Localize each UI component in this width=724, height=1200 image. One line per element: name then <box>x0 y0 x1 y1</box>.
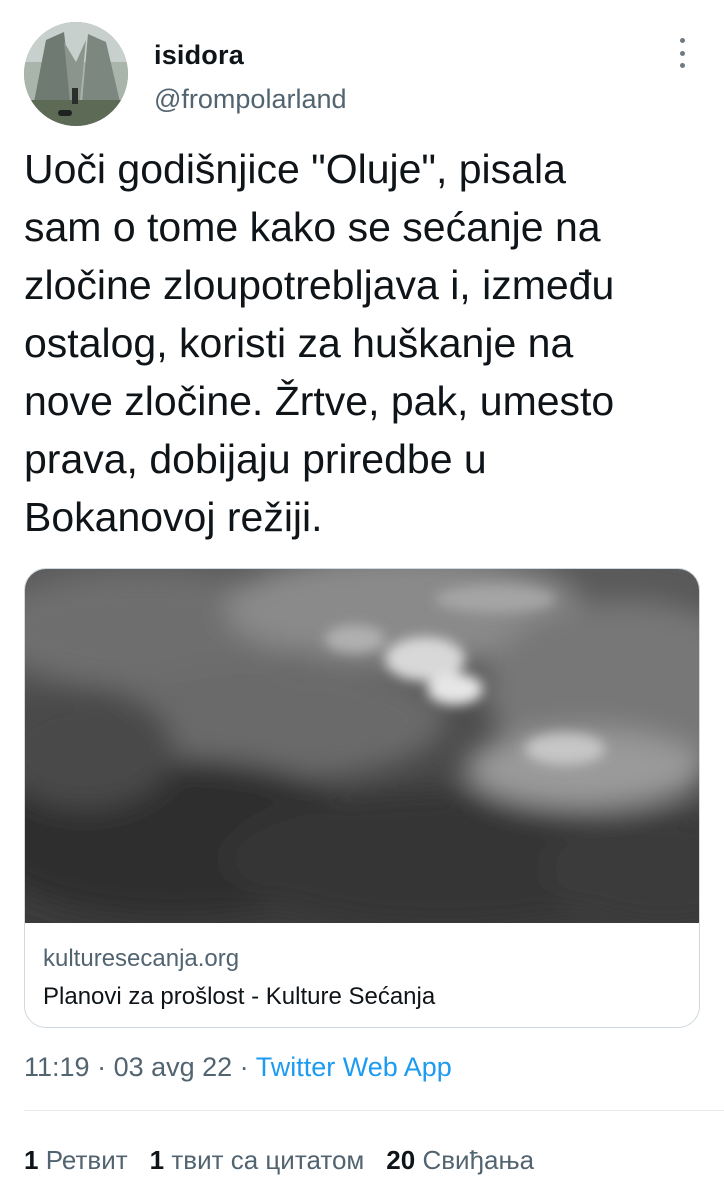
card-title: Planovi za prošlost - Kulture Sećanja <box>43 983 436 1010</box>
tweet-meta: 11:19 · 03 avg 22 · Twitter Web App <box>24 1052 452 1083</box>
meta-separator: · <box>232 1052 256 1082</box>
quotes-count: 1 <box>149 1145 165 1175</box>
divider <box>24 1110 724 1111</box>
retweets-count: 1 <box>24 1145 39 1175</box>
quotes-label: твит са цитатом <box>171 1145 365 1175</box>
tweet-date[interactable]: 03 avg 22 <box>114 1052 233 1082</box>
dot <box>679 63 685 68</box>
more-dots-icon[interactable] <box>668 38 696 68</box>
engagement-stats: 1 Ретвит 1 твит са цитатом 20 Свиђања <box>24 1145 534 1176</box>
card-domain: kulturesecanja.org <box>43 945 240 972</box>
quotes-stat[interactable]: 1 твит са цитатом <box>150 1145 365 1175</box>
tweet-text: Uoči godišnjice "Oluje", pisala sam o to… <box>24 146 615 540</box>
dot <box>679 38 685 43</box>
likes-stat[interactable]: 20 Свиђања <box>386 1145 534 1175</box>
retweets-label: Ретвит <box>45 1145 128 1175</box>
meta-separator: · <box>89 1052 114 1082</box>
user-handle[interactable]: @frompolarland <box>154 84 347 115</box>
likes-count: 20 <box>386 1145 416 1175</box>
source-app-link[interactable]: Twitter Web App <box>256 1052 452 1082</box>
retweets-stat[interactable]: 1 Ретвит <box>24 1145 128 1175</box>
dot <box>679 50 685 56</box>
likes-label: Свиђања <box>422 1145 535 1175</box>
link-card[interactable]: kulturesecanja.org Planovi za prošlost -… <box>24 568 700 1028</box>
avatar[interactable] <box>24 22 128 126</box>
card-image <box>25 569 699 923</box>
avatar-image <box>24 22 128 126</box>
tweet-time[interactable]: 11:19 <box>24 1052 90 1082</box>
display-name[interactable]: isidora <box>154 40 244 71</box>
